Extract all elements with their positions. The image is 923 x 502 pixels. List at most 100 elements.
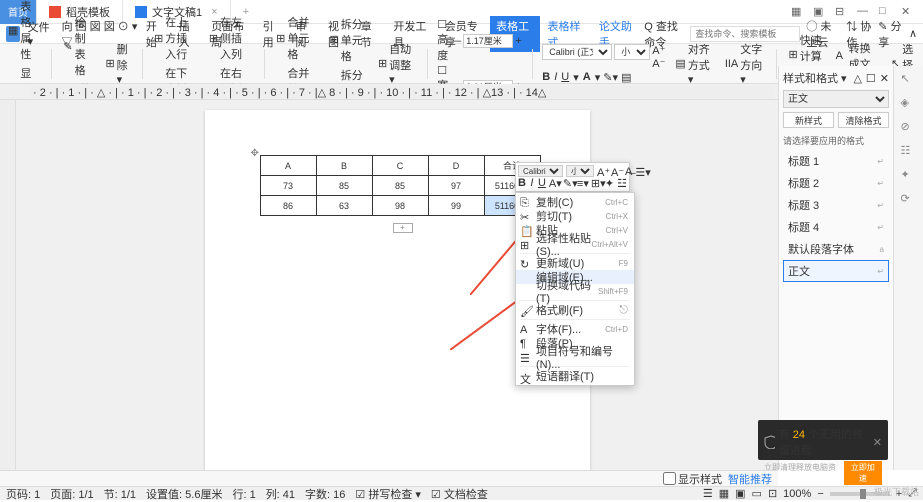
cell[interactable]: 63 [316, 196, 372, 216]
draw-table[interactable]: ✎ 绘制表格 [61, 13, 95, 79]
view-mode-icon[interactable]: ▦ [719, 487, 729, 500]
collapse-ribbon[interactable]: ∧ [909, 27, 917, 40]
sb-style-icon[interactable]: ◈ [901, 96, 917, 112]
border-icon[interactable]: ⊞▾ [591, 177, 602, 188]
cell[interactable]: 86 [260, 196, 316, 216]
insert-above[interactable]: ⊞ 在上方插入行 [152, 13, 199, 63]
maximize-icon[interactable]: □ [879, 5, 893, 19]
data-table[interactable]: A B C D 合计 73 85 85 97 5116022 86 63 98 [260, 155, 541, 216]
sb-limit-icon[interactable]: ⊘ [901, 120, 917, 136]
grow-font-icon[interactable]: A⁺ [597, 166, 608, 177]
zoom-out-icon[interactable]: − [817, 488, 823, 500]
cell[interactable]: 99 [428, 196, 484, 216]
shield-icon [764, 435, 775, 449]
insert-left[interactable]: ⊞ 在左侧插入列 [207, 13, 254, 63]
app-icon[interactable]: ▦ [791, 5, 805, 19]
ctx-paste-special[interactable]: ⊞选择性粘贴(S)...Ctrl+Alt+V [516, 237, 634, 251]
status-spell[interactable]: ☑ 拼写检查 ▾ [355, 486, 421, 502]
ctx-copy[interactable]: ⎘复制(C)Ctrl+C [516, 195, 634, 209]
cell[interactable]: 97 [428, 176, 484, 196]
smart-recommend[interactable]: 智能推荐 [728, 471, 772, 487]
context-menu: ⎘复制(C)Ctrl+C ✂剪切(T)Ctrl+X 📋粘贴Ctrl+V ⊞选择性… [515, 192, 635, 386]
segment-icon[interactable]: ⊟ [835, 5, 849, 19]
split-cells[interactable]: ⊞ 拆分单元格 [328, 15, 368, 65]
close-icon[interactable]: ✕ [901, 5, 915, 19]
col-header[interactable]: A [260, 156, 316, 176]
delete[interactable]: ⊞删除 ▾ [103, 40, 131, 87]
box-icon[interactable]: ▣ [813, 5, 827, 19]
panel-title-label: 样式和格式 ▾ [783, 70, 847, 86]
col-header[interactable]: B [316, 156, 372, 176]
fontsize-select[interactable]: 小四 [614, 44, 650, 60]
merge-cells[interactable]: ⊞ 合并单元格 [274, 13, 319, 63]
col-header[interactable]: D [428, 156, 484, 176]
align-icon[interactable]: ≡▾ [577, 177, 588, 188]
ctx-toggle-code[interactable]: 切换域代码(T)Shift+F9 [516, 284, 634, 298]
status-page: 页码: 1 [6, 486, 40, 502]
panel-min-icon[interactable]: △ [853, 72, 861, 85]
shrink-font-icon[interactable]: A⁻ [611, 166, 622, 177]
view-mode-icon[interactable]: ▭ [752, 487, 762, 500]
mini-toolbar: Calibri (西 小四 A⁺A⁻A̶☰▾ BIUA▾✎▾≡▾⊞▾✦☳ [515, 162, 630, 192]
style-item-selected[interactable]: 正文↵ [783, 260, 889, 282]
status-row: 行: 1 [232, 486, 255, 502]
doc-icon [49, 6, 61, 18]
ctx-cut[interactable]: ✂剪切(T)Ctrl+X [516, 209, 634, 223]
style-item[interactable]: 标题 1↵ [783, 150, 889, 172]
view-mode-icon[interactable]: ▣ [735, 487, 745, 500]
highlight-icon[interactable]: ✎▾ [563, 177, 574, 188]
style-item[interactable]: 标题 2↵ [783, 172, 889, 194]
align[interactable]: ▤对齐方式 ▾ [673, 40, 714, 87]
underline-icon[interactable]: U [538, 177, 546, 188]
table-properties[interactable]: ▦ 表格属性 [6, 0, 41, 63]
mini-font[interactable]: Calibri (西 [518, 165, 563, 177]
height-input[interactable] [463, 34, 513, 48]
font-buttons[interactable]: B I U▾ A▾ ✎▾ ▤ [542, 71, 665, 84]
bottom-options-bar: 显示样式 智能推荐 [0, 470, 778, 486]
new-style-button[interactable]: 新样式 [783, 112, 834, 128]
sb-tools-icon[interactable]: ✦ [901, 168, 917, 184]
list-icon[interactable]: ☰▾ [635, 166, 646, 177]
current-style-select[interactable]: 正文 [783, 90, 889, 108]
panel-close-icon[interactable]: ✕ [880, 72, 889, 85]
view-mode-icon[interactable]: ⊡ [768, 487, 777, 500]
bold-icon[interactable]: B [518, 177, 526, 188]
ctx-font[interactable]: A字体(F)...Ctrl+D [516, 322, 634, 336]
status-doc-check[interactable]: ☑ 文档检查 [431, 486, 488, 502]
sb-backup-icon[interactable]: ⟳ [901, 192, 917, 208]
cell[interactable]: 73 [260, 176, 316, 196]
misc-icon[interactable]: ☳ [617, 177, 627, 188]
font-select[interactable]: Calibri (正文) [542, 44, 612, 60]
view-mode-icon[interactable]: ☰ [703, 487, 713, 500]
sb-select-icon[interactable]: ↖ [901, 72, 917, 88]
text-direction[interactable]: IIA文字方向 ▾ [723, 40, 766, 87]
cell[interactable]: 85 [372, 176, 428, 196]
style-item[interactable]: 标题 4↵ [783, 216, 889, 238]
ctx-format-painter[interactable]: 🖌格式刷(F)⎋ [516, 303, 634, 317]
col-header[interactable]: C [372, 156, 428, 176]
style-item[interactable]: 标题 3↵ [783, 194, 889, 216]
italic-icon[interactable]: I [529, 177, 535, 188]
cell[interactable]: 85 [316, 176, 372, 196]
misc-icon[interactable]: ✦ [605, 177, 614, 188]
toast-close-icon[interactable]: ✕ [873, 436, 882, 449]
panel-opts-icon[interactable]: ☐ [866, 72, 876, 85]
clear-format-button[interactable]: 清除格式 [838, 112, 889, 128]
style-item[interactable]: 默认段落字体a [783, 238, 889, 260]
toast-text: 有 24 个无用的残留进程 [779, 426, 869, 458]
toast-action-button[interactable]: 立即加速 [844, 461, 882, 485]
font-color-icon[interactable]: A▾ [549, 177, 560, 188]
clear-format-icon[interactable]: A̶ [625, 166, 632, 177]
height-label: ☐ 高度 [437, 18, 448, 63]
add-row-button[interactable]: + [393, 223, 413, 233]
ctx-update-field[interactable]: ↻更新域(U)F9 [516, 256, 634, 270]
minimize-icon[interactable]: — [857, 5, 871, 19]
sb-prop-icon[interactable]: ☷ [901, 144, 917, 160]
cell[interactable]: 98 [372, 196, 428, 216]
ctx-bullets[interactable]: ☰项目符号和编号(N)... [516, 350, 634, 364]
mini-size[interactable]: 小四 [566, 165, 594, 177]
ctx-translate[interactable]: 文短语翻译(T) [516, 369, 634, 383]
zoom-value[interactable]: 100% [783, 488, 811, 500]
autofit[interactable]: ⊞自动调整 ▾ [376, 40, 417, 87]
show-styles-check[interactable]: 显示样式 [663, 471, 722, 487]
